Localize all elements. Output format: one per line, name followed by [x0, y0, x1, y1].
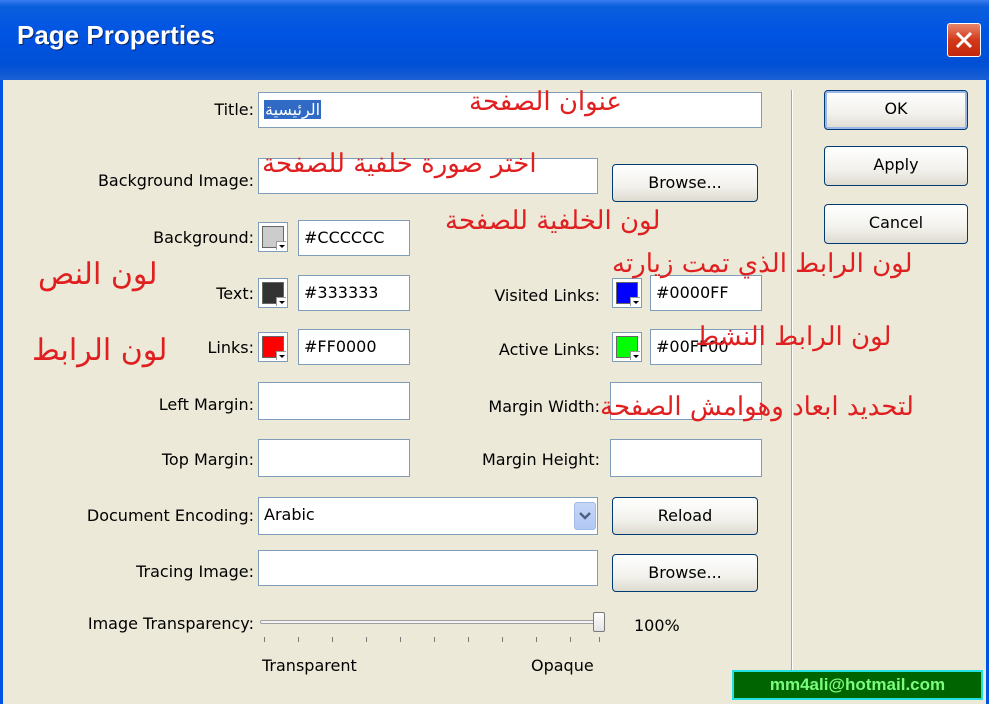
document-encoding-value: Arabic — [264, 505, 315, 524]
text-color-input[interactable]: #333333 — [298, 275, 410, 311]
annotation-background-image: اختر صورة خلفية للصفحة — [262, 149, 537, 179]
chevron-down-icon — [276, 351, 286, 360]
slider-tick — [400, 637, 401, 642]
slider-tick — [502, 637, 503, 642]
links-label: Links: — [207, 338, 255, 357]
document-encoding-select[interactable]: Arabic — [258, 497, 598, 535]
reload-button[interactable]: Reload — [612, 497, 758, 535]
visited-links-color-swatch[interactable] — [612, 278, 642, 308]
slider-tick — [434, 637, 435, 642]
links-color-swatch[interactable] — [258, 332, 288, 362]
transparency-slider-thumb[interactable] — [593, 612, 605, 632]
separator — [791, 90, 793, 690]
visited-links-label: Visited Links: — [494, 286, 600, 305]
annotation-background-color: لون الخلفية للصفحة — [445, 206, 661, 236]
window-title: Page Properties — [17, 20, 215, 50]
top-margin-label: Top Margin: — [161, 450, 254, 469]
document-encoding-label: Document Encoding: — [86, 506, 254, 525]
title-input-value: الرئيسية — [264, 100, 322, 119]
left-margin-input[interactable] — [258, 382, 410, 420]
margin-width-label: Margin Width: — [488, 397, 600, 416]
text-color-swatch[interactable] — [258, 278, 288, 308]
browse-tracing-button[interactable]: Browse... — [612, 554, 758, 592]
transparency-slider-track[interactable] — [260, 620, 604, 624]
active-links-color-swatch[interactable] — [612, 332, 642, 362]
annotation-active-links: لون الرابط النشط — [695, 322, 892, 352]
chevron-down-icon — [630, 351, 640, 360]
visited-links-color-input[interactable]: #0000FF — [650, 275, 762, 311]
text-label: Text: — [216, 284, 254, 303]
links-color-input[interactable]: #FF0000 — [298, 329, 410, 365]
title-label: Title: — [214, 100, 254, 119]
transparency-value: 100% — [634, 616, 680, 635]
tracing-image-label: Tracing Image: — [136, 562, 254, 581]
cancel-button[interactable]: Cancel — [824, 204, 968, 244]
margin-height-label: Margin Height: — [481, 450, 600, 469]
background-image-label: Background Image: — [97, 171, 254, 190]
encoding-dropdown-button[interactable] — [574, 502, 596, 530]
active-links-label: Active Links: — [498, 340, 600, 359]
annotation-visited-links: لون الرابط الذي تمت زيارته — [612, 249, 913, 279]
annotation-title: عنوان الصفحة — [469, 87, 622, 117]
top-margin-input[interactable] — [258, 439, 410, 477]
slider-tick — [298, 637, 299, 642]
margin-height-input[interactable] — [610, 439, 762, 477]
opaque-label: Opaque — [531, 656, 594, 675]
chevron-down-icon — [276, 241, 286, 250]
ok-button[interactable]: OK — [824, 90, 968, 130]
image-transparency-label: Image Transparency: — [87, 614, 254, 633]
annotation-text-color: لون النص — [38, 257, 158, 292]
slider-tick — [468, 637, 469, 642]
slider-tick — [536, 637, 537, 642]
background-color-swatch[interactable] — [258, 222, 288, 252]
annotation-margins: لتحديد ابعاد وهوامش الصفحة — [600, 392, 914, 422]
slider-tick — [332, 637, 333, 642]
chevron-down-icon — [630, 297, 640, 306]
apply-button[interactable]: Apply — [824, 146, 968, 186]
close-icon — [955, 31, 973, 49]
transparent-label: Transparent — [262, 656, 357, 675]
chevron-down-icon — [276, 297, 286, 306]
background-label: Background: — [153, 228, 254, 247]
annotation-link-color: لون الرابط — [32, 333, 168, 368]
slider-tick — [366, 637, 367, 642]
browse-background-button[interactable]: Browse... — [612, 164, 758, 202]
tracing-image-input[interactable] — [258, 550, 598, 586]
close-button[interactable] — [947, 23, 981, 57]
background-color-input[interactable]: #CCCCCC — [298, 220, 410, 256]
chevron-down-icon — [579, 512, 591, 520]
slider-tick — [570, 637, 571, 642]
watermark-email: mm4ali@hotmail.com — [732, 670, 983, 700]
left-margin-label: Left Margin: — [158, 395, 254, 414]
slider-tick — [264, 637, 265, 642]
slider-tick — [599, 637, 600, 642]
